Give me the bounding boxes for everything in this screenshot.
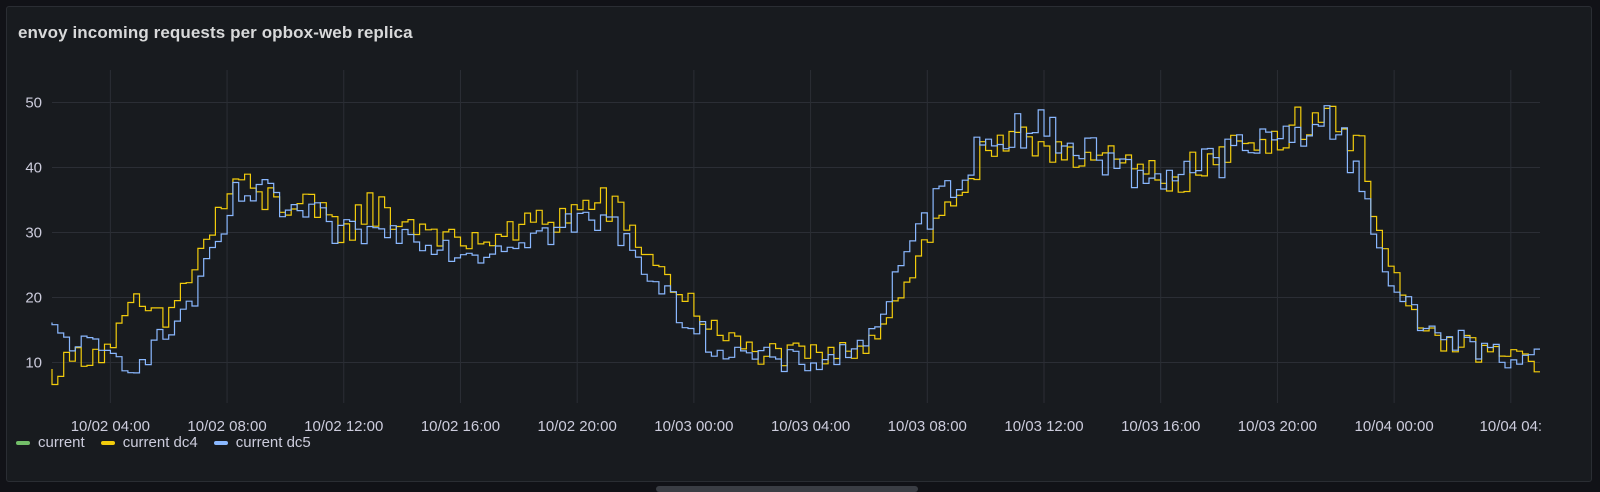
y-tick-label: 50 [25, 95, 42, 112]
x-tick-label: 10/03 00:00 [654, 418, 733, 435]
y-tick-label: 20 [25, 290, 42, 307]
legend-swatch-current-dc5 [213, 440, 228, 445]
legend-item-current[interactable]: current [16, 434, 85, 451]
x-tick-label: 10/03 04:00 [771, 418, 850, 435]
x-tick-label: 10/03 16:00 [1121, 418, 1200, 435]
x-tick-label: 10/03 20:00 [1238, 418, 1317, 435]
legend-item-current-dc4[interactable]: current dc4 [100, 434, 198, 451]
legend: current current dc4 current dc5 [16, 434, 311, 451]
x-tick-label: 10/04 00:00 [1354, 418, 1433, 435]
legend-swatch-current [16, 440, 30, 445]
x-tick-label: 10/03 12:00 [1004, 418, 1083, 435]
legend-label-current: current [38, 434, 85, 451]
legend-label-current-dc5: current dc5 [235, 434, 311, 451]
x-tick-label: 10/02 08:00 [187, 418, 266, 435]
x-tick-label: 10/04 04: [1480, 418, 1543, 435]
x-tick-label: 10/02 12:00 [304, 418, 383, 435]
timeseries-chart[interactable]: 10 20 30 40 50 10/02 04:00 10/02 08:00 10/02 1… [0, 0, 1600, 492]
series-line-current-dc4[interactable] [51, 105, 1540, 386]
scrollbar-thumb[interactable] [656, 486, 918, 492]
x-tick-label: 10/02 16:00 [421, 418, 500, 435]
y-tick-label: 10 [25, 355, 42, 372]
y-tick-label: 30 [25, 225, 42, 242]
legend-label-current-dc4: current dc4 [122, 434, 198, 451]
legend-item-current-dc5[interactable]: current dc5 [213, 434, 311, 451]
x-tick-label: 10/02 20:00 [538, 418, 617, 435]
x-tick-label: 10/03 08:00 [888, 418, 967, 435]
x-tick-label: 10/02 04:00 [71, 418, 150, 435]
legend-swatch-current-dc4 [100, 440, 115, 445]
series-line-current-dc5[interactable] [51, 105, 1540, 374]
y-tick-label: 40 [25, 160, 42, 177]
